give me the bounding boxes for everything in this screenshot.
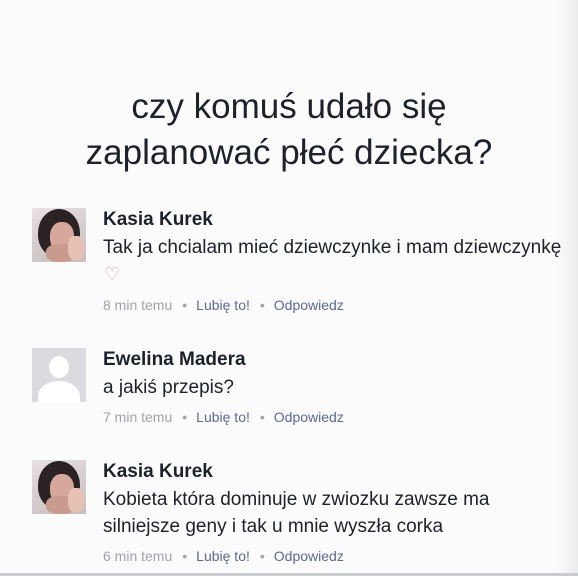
post-title-line-1: czy komuś udało się (131, 87, 447, 126)
comment-text-content: a jakiś przepis? (103, 377, 234, 398)
like-link[interactable]: Lubię to! (196, 548, 250, 564)
comment-text: a jakiś przepis? (103, 374, 563, 401)
comment-author[interactable]: Kasia Kurek (103, 208, 563, 232)
separator-dot: • (259, 548, 265, 564)
reply-link[interactable]: Odpowiedz (274, 548, 344, 564)
comment-body: Kasia Kurek Tak ja chcialam mieć dziewcz… (103, 208, 563, 315)
comment-author[interactable]: Kasia Kurek (103, 460, 563, 484)
comment-text: Tak ja chcialam mieć dziewczynke i mam d… (103, 234, 563, 289)
separator-dot: • (182, 548, 188, 564)
post-title-line-2: zaplanować płeć dziecka? (85, 133, 493, 172)
comment-author[interactable]: Ewelina Madera (103, 348, 563, 372)
comment-body: Kasia Kurek Kobieta która dominuje w zwi… (103, 460, 563, 566)
like-link[interactable]: Lubię to! (196, 409, 250, 425)
separator-dot: • (259, 409, 265, 425)
comment-timestamp[interactable]: 6 min temu (103, 548, 172, 564)
screen-edge-shadow (556, 0, 578, 576)
comment-timestamp[interactable]: 8 min temu (103, 297, 172, 313)
like-link[interactable]: Lubię to! (196, 297, 250, 313)
avatar[interactable] (32, 348, 86, 402)
comment-meta: 7 min temu • Lubię to! • Odpowiedz (103, 407, 563, 427)
separator-dot: • (182, 409, 188, 425)
comment-meta: 6 min temu • Lubię to! • Odpowiedz (103, 546, 563, 566)
avatar[interactable] (32, 208, 86, 262)
heart-emoji-icon: ♡ (104, 264, 121, 284)
comment-text: Kobieta która dominuje w zwiozku zawsze … (103, 489, 490, 537)
comment-body: Ewelina Madera a jakiś przepis? 7 min te… (103, 348, 563, 427)
post-title: czy komuś udało się zaplanować płeć dzie… (0, 84, 578, 176)
reply-link[interactable]: Odpowiedz (274, 297, 344, 313)
avatar[interactable] (32, 460, 86, 514)
separator-dot: • (259, 297, 265, 313)
comment-text-content: Tak ja chcialam mieć dziewczynke i mam d… (103, 237, 562, 258)
comment-meta: 8 min temu • Lubię to! • Odpowiedz (103, 295, 563, 315)
separator-dot: • (182, 297, 188, 313)
reply-link[interactable]: Odpowiedz (274, 409, 344, 425)
comment-timestamp[interactable]: 7 min temu (103, 409, 172, 425)
screen: czy komuś udało się zaplanować płeć dzie… (0, 0, 578, 576)
